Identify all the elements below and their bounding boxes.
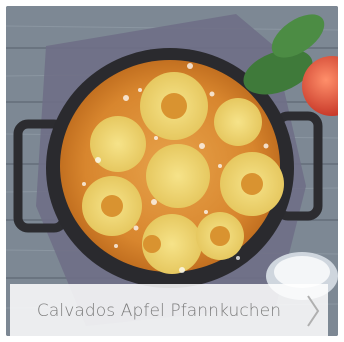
recipe-caption-bar[interactable]: Calvados Apfel Pfannkuchen (10, 284, 328, 338)
chevron-right-icon[interactable] (298, 284, 328, 338)
recipe-title: Calvados Apfel Pfannkuchen (36, 301, 282, 321)
